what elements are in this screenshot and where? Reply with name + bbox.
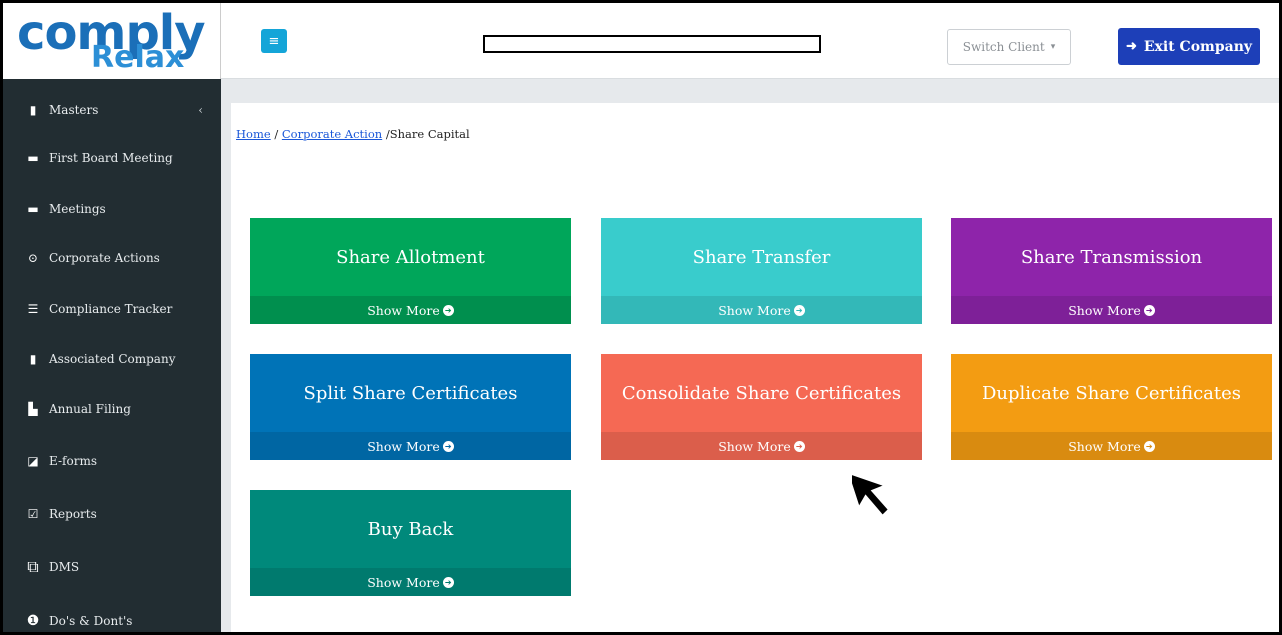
top-navbar: ≡ Switch Client ▾ ➜ Exit Company <box>221 3 1279 79</box>
redacted-company-name-box <box>483 35 821 53</box>
briefcase-icon: ▬ <box>27 151 39 165</box>
exit-company-label: Exit Company <box>1143 38 1253 55</box>
show-more-label: Show More <box>718 302 791 318</box>
sidebar-item-label: First Board Meeting <box>49 151 173 165</box>
external-link-icon: ◪ <box>27 454 39 468</box>
briefcase-icon: ▬ <box>27 202 39 216</box>
tile-title: Share Transmission <box>1020 246 1203 268</box>
sidebar-item-label: Reports <box>49 507 97 521</box>
sidebar: ▮ Masters ‹ ▬ First Board Meeting ▬ Meet… <box>3 79 221 632</box>
tile-share-allotment[interactable]: Share Allotment Show More ➔ <box>250 218 571 324</box>
show-more-link[interactable]: Show More ➔ <box>250 432 571 460</box>
menu-toggle-button[interactable]: ≡ <box>261 29 287 53</box>
arrow-circle-right-icon: ➔ <box>1143 440 1155 452</box>
logo[interactable]: comply Relax <box>3 3 221 79</box>
mouse-pointer-icon <box>852 470 891 518</box>
caret-down-icon: ▾ <box>1050 42 1056 52</box>
sidebar-item-reports[interactable]: ☑ Reports <box>3 489 221 539</box>
show-more-link[interactable]: Show More ➔ <box>601 296 922 324</box>
tile-share-transfer[interactable]: Share Transfer Show More ➔ <box>601 218 922 324</box>
sidebar-item-label: Corporate Actions <box>49 251 160 265</box>
arrow-circle-right-icon: ➔ <box>1143 304 1155 316</box>
tile-title: Share Allotment <box>336 246 485 268</box>
show-more-link[interactable]: Show More ➔ <box>250 568 571 596</box>
logo-sub: Relax <box>91 40 185 75</box>
sidebar-item-label: Compliance Tracker <box>49 302 173 316</box>
sidebar-item-annual-filing[interactable]: ▙ Annual Filing <box>3 384 221 434</box>
show-more-label: Show More <box>367 302 440 318</box>
arrow-circle-right-icon: ➔ <box>442 576 454 588</box>
copy-icon: ⧉ <box>27 557 39 576</box>
tile-title: Split Share Certificates <box>303 382 518 404</box>
tile-title: Share Transfer <box>692 246 831 268</box>
show-more-label: Show More <box>1068 302 1141 318</box>
breadcrumb-separator: / <box>270 127 282 141</box>
hamburger-icon: ≡ <box>268 33 280 49</box>
tile-duplicate-share-certificates[interactable]: Duplicate Share Certificates Show More ➔ <box>951 354 1272 460</box>
sidebar-item-meetings[interactable]: ▬ Meetings <box>3 184 221 234</box>
sidebar-item-corporate-actions[interactable]: ⊙ Corporate Actions <box>3 233 221 283</box>
show-more-link[interactable]: Show More ➔ <box>250 296 571 324</box>
building-icon: ▮ <box>29 103 37 117</box>
tile-title: Consolidate Share Certificates <box>621 382 902 404</box>
show-more-label: Show More <box>367 574 440 590</box>
sidebar-item-associated-company[interactable]: ▮ Associated Company <box>3 334 221 384</box>
breadcrumb-corporate-action-link[interactable]: Corporate Action <box>282 127 382 141</box>
show-more-label: Show More <box>1068 438 1141 454</box>
sidebar-item-compliance-tracker[interactable]: ☰ Compliance Tracker <box>3 284 221 334</box>
tile-buy-back[interactable]: Buy Back Show More ➔ <box>250 490 571 596</box>
switch-client-label: Switch Client <box>962 40 1045 54</box>
breadcrumb-separator: / <box>382 127 390 141</box>
sidebar-item-label: DMS <box>49 560 80 574</box>
switch-client-dropdown[interactable]: Switch Client ▾ <box>947 29 1071 65</box>
dot-circle-icon: ⊙ <box>27 251 39 265</box>
tile-split-share-certificates[interactable]: Split Share Certificates Show More ➔ <box>250 354 571 460</box>
tile-title: Duplicate Share Certificates <box>981 382 1242 404</box>
show-more-link[interactable]: Show More ➔ <box>601 432 922 460</box>
app-frame: comply Relax ▮ Masters ‹ ▬ First Board M… <box>0 0 1282 635</box>
sidebar-item-label: Annual Filing <box>49 402 131 416</box>
tile-share-transmission[interactable]: Share Transmission Show More ➔ <box>951 218 1272 324</box>
sidebar-item-masters[interactable]: ▮ Masters ‹ <box>3 85 221 135</box>
sidebar-item-e-forms[interactable]: ◪ E-forms <box>3 436 221 486</box>
exit-company-button[interactable]: ➜ Exit Company <box>1118 28 1260 65</box>
arrow-circle-right-icon: ➔ <box>442 440 454 452</box>
sidebar-item-label: Associated Company <box>49 352 176 366</box>
sidebar-item-dos-and-donts[interactable]: ❶ Do's & Dont's <box>3 596 221 632</box>
show-more-label: Show More <box>367 438 440 454</box>
breadcrumb-home-link[interactable]: Home <box>236 127 271 141</box>
chevron-left-icon[interactable]: ‹ <box>198 103 203 117</box>
show-more-label: Show More <box>718 438 791 454</box>
arrow-circle-right-icon: ➔ <box>793 304 805 316</box>
list-icon: ☰ <box>27 302 39 316</box>
sidebar-item-label: E-forms <box>49 454 97 468</box>
sidebar-item-label: Do's & Dont's <box>49 614 133 628</box>
tile-consolidate-share-certificates[interactable]: Consolidate Share Certificates Show More… <box>601 354 922 460</box>
exclamation-circle-icon: ❶ <box>26 613 40 629</box>
show-more-link[interactable]: Show More ➔ <box>951 432 1272 460</box>
tile-title: Buy Back <box>367 518 454 540</box>
breadcrumb: Home / Corporate Action /Share Capital <box>236 127 470 141</box>
show-more-link[interactable]: Show More ➔ <box>951 296 1272 324</box>
sidebar-item-label: Meetings <box>49 202 106 216</box>
arrow-circle-right-icon: ➔ <box>793 440 805 452</box>
sidebar-item-dms[interactable]: ⧉ DMS <box>3 542 221 592</box>
file-icon: ▙ <box>28 402 38 416</box>
sidebar-item-label: Masters <box>49 103 99 117</box>
sign-out-icon: ➜ <box>1125 39 1137 54</box>
building-icon: ▮ <box>29 352 37 366</box>
check-square-icon: ☑ <box>27 507 39 521</box>
sidebar-item-first-board-meeting[interactable]: ▬ First Board Meeting <box>3 133 221 183</box>
arrow-circle-right-icon: ➔ <box>442 304 454 316</box>
breadcrumb-current: Share Capital <box>389 127 470 141</box>
